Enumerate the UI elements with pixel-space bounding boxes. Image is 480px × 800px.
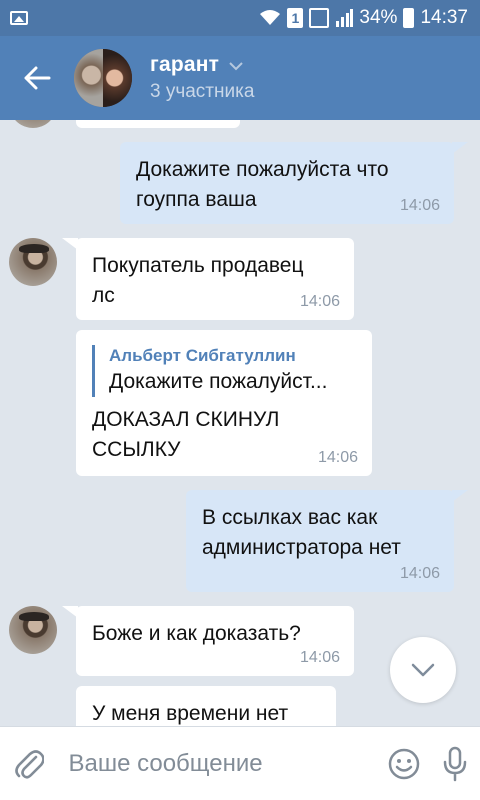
message-text: ССЫЛКУ xyxy=(92,438,181,461)
message-text: ДОКАЗАЛ СКИНУЛ xyxy=(92,408,280,431)
message-text: Боже и как доказать? xyxy=(92,622,301,645)
chat-avatar[interactable] xyxy=(74,49,132,107)
arrow-left-icon xyxy=(24,66,51,90)
message-time: 14:06 xyxy=(317,449,358,466)
message-time: 14:06 xyxy=(399,565,440,582)
chat-header: гарант 3 участника xyxy=(0,36,480,120)
chat-info[interactable]: гарант 3 участника xyxy=(150,53,254,103)
message-bubble-partial xyxy=(76,120,240,128)
bubble-tail xyxy=(452,490,468,502)
message-text: Докажите пожалуйста что xyxy=(136,158,389,181)
avatar xyxy=(9,120,57,128)
chat-title: гарант xyxy=(150,53,220,76)
microphone-icon xyxy=(443,746,466,781)
message-text: У меня времени нет xyxy=(92,702,289,725)
message-time: 14:06 xyxy=(299,649,340,666)
wifi-icon xyxy=(259,9,281,27)
message-bubble-out[interactable]: Докажите пожалуйста что гоуппа ваша 14:0… xyxy=(120,142,454,224)
avatar[interactable] xyxy=(9,606,57,654)
status-bar: 1 34% 14:37 xyxy=(0,0,480,36)
message-text: В ссылках вас как xyxy=(202,506,378,529)
message-bubble-out[interactable]: В ссылках вас как администратора нет 14:… xyxy=(186,490,454,592)
scroll-to-bottom-button[interactable] xyxy=(390,637,456,703)
back-button[interactable] xyxy=(0,36,74,120)
message-bubble-in[interactable]: Боже и как доказать? 14:06 xyxy=(76,606,354,676)
reply-quote[interactable]: Альберт Сибгатуллин Докажите пожалуйст..… xyxy=(92,345,356,397)
emoji-button[interactable] xyxy=(378,727,429,800)
paperclip-icon xyxy=(15,749,45,779)
signal-bars-icon xyxy=(335,9,354,27)
smiley-icon xyxy=(388,748,420,779)
attach-button[interactable] xyxy=(0,727,58,800)
battery-percent: 34% xyxy=(359,7,398,28)
clock: 14:37 xyxy=(420,7,468,28)
participants-count: 3 участника xyxy=(150,81,255,102)
avatar[interactable] xyxy=(9,238,57,286)
message-bubble-in[interactable]: Покупатель продавец лс 14:06 xyxy=(76,238,354,320)
message-bubble-in[interactable]: У меня времени нет xyxy=(76,686,336,726)
signal-box-icon xyxy=(309,8,330,28)
bubble-tail xyxy=(452,142,468,154)
reply-text: Докажите пожалуйст... xyxy=(109,370,328,393)
reply-author: Альберт Сибгатуллин xyxy=(109,346,296,365)
message-time: 14:06 xyxy=(399,197,440,214)
chevron-down-icon xyxy=(411,663,435,677)
voice-message-button[interactable] xyxy=(429,727,480,800)
composer xyxy=(0,726,480,800)
chevron-down-icon xyxy=(229,61,243,70)
message-input[interactable] xyxy=(58,726,379,800)
message-text: гоуппа ваша xyxy=(136,188,257,211)
message-time: 14:06 xyxy=(299,293,340,310)
sim-icon: 1 xyxy=(287,8,304,28)
message-bubble-in[interactable]: Альберт Сибгатуллин Докажите пожалуйст..… xyxy=(76,330,372,476)
message-text: Покупатель продавец xyxy=(92,254,304,277)
battery-icon xyxy=(403,8,415,28)
message-list[interactable]: Докажите пожалуйста что гоуппа ваша 14:0… xyxy=(0,120,480,726)
message-text: администратора нет xyxy=(202,536,401,559)
gallery-notification-icon xyxy=(10,11,28,25)
